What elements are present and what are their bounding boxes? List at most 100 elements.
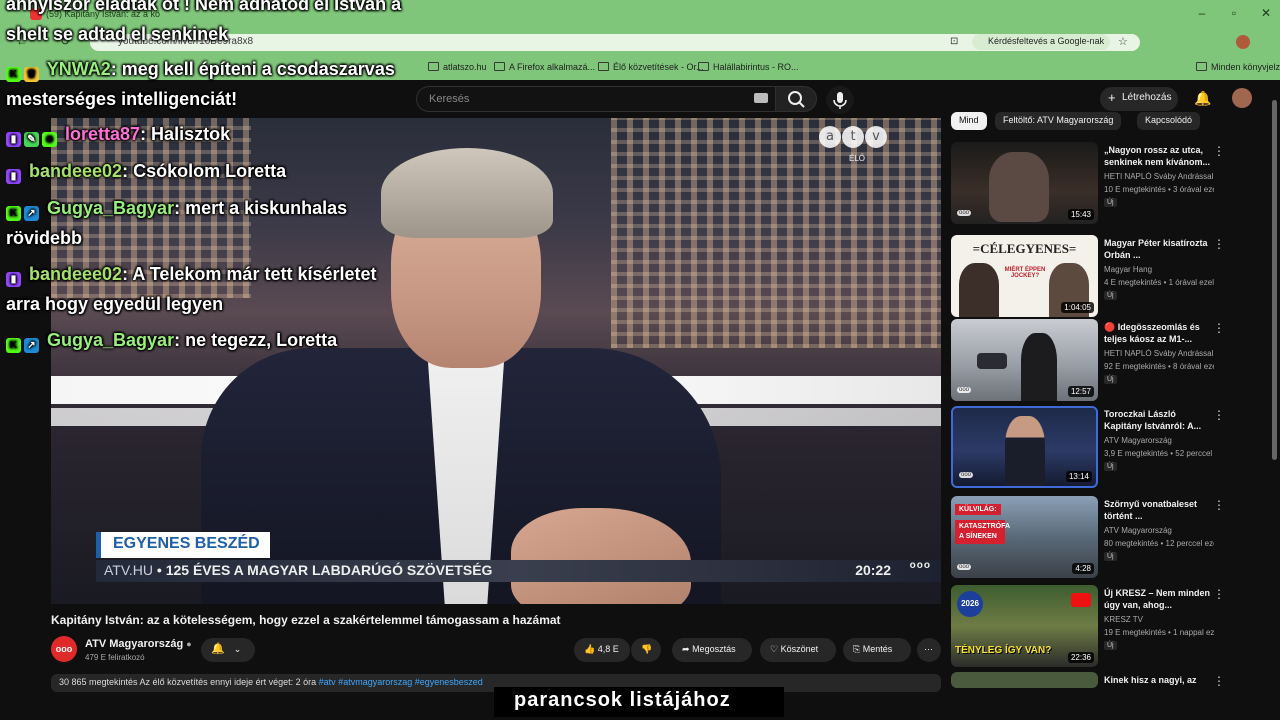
more-vertical-icon[interactable]: ⋮ (1213, 237, 1225, 251)
create-button[interactable]: + Létrehozás (1100, 87, 1178, 111)
save-icon: ⎘ (853, 644, 861, 654)
filter-chips: Mind Feltöltő: ATV Magyarország Kapcsoló… (951, 112, 1241, 130)
google-search-chip[interactable]: Kérdésfeltevés a Google-nak (972, 34, 1110, 50)
channel-name[interactable]: ATV Magyarország ● (85, 638, 192, 650)
recommendation-thumbnail[interactable]: ooo 15:43 (951, 142, 1098, 224)
minimize-icon[interactable]: – (1190, 6, 1214, 24)
chevron-down-icon: ⌄ (233, 644, 242, 654)
more-vertical-icon[interactable]: ⋮ (1213, 587, 1225, 601)
thanks-button[interactable]: ♡ Köszönet (760, 638, 836, 662)
video-duration: 4:28 (1072, 563, 1094, 574)
recommendation-channel[interactable]: KRESZ TV (1104, 615, 1214, 624)
chat-text: : meg kell építeni a csodaszarvas (110, 59, 395, 79)
twitch-badge-icon: ▮ (6, 169, 21, 184)
recommendation-meta: 80 megtekintés • 12 perccel ezelőtt (1104, 539, 1214, 548)
video-duration: 12:57 (1067, 386, 1094, 397)
keyboard-icon[interactable] (754, 93, 768, 103)
recommendation-thumbnail[interactable] (951, 672, 1098, 688)
bookmark-star-icon[interactable]: ☆ (1118, 35, 1128, 48)
more-vertical-icon[interactable]: ⋮ (1213, 498, 1225, 512)
more-vertical-icon[interactable]: ⋮ (1213, 321, 1225, 335)
more-vertical-icon[interactable]: ⋮ (1213, 674, 1225, 688)
profile-avatar[interactable] (1236, 35, 1250, 49)
recommendation-item[interactable]: ooo 13:14 Toroczkai László Kapitány Istv… (951, 406, 1241, 488)
voice-search-button[interactable] (826, 86, 854, 114)
chat-text: : mert a kiskunhalas (174, 198, 348, 218)
new-badge: Új (1104, 375, 1117, 384)
subscription-bell-button[interactable]: 🔔 ⌄ (201, 638, 255, 662)
close-icon[interactable]: ✕ (1254, 6, 1278, 24)
recommendation-item[interactable]: Kinek hisz a nagyi, az ⋮ (951, 672, 1241, 688)
recommendation-meta: 10 E megtekintés • 3 órával ezelőtt (1104, 185, 1214, 194)
new-badge: Új (1104, 291, 1117, 300)
recommendation-channel[interactable]: ATV Magyarország (1104, 436, 1214, 445)
recommendation-channel[interactable]: Magyar Hang (1104, 265, 1214, 274)
video-duration: 15:43 (1067, 209, 1094, 220)
account-avatar[interactable] (1232, 88, 1252, 108)
video-duration: 22:36 (1067, 652, 1094, 663)
search-input[interactable]: Keresés (416, 86, 776, 112)
description-tags[interactable]: #atv #atvmagyarorszag #egyenesbeszed (319, 677, 483, 687)
more-actions-button[interactable]: ⋯ (917, 638, 941, 662)
chip-related[interactable]: Kapcsolódó (1137, 112, 1201, 130)
blue-badge-icon: ↗ (24, 206, 39, 221)
chat-text: : ne tegezz, Loretta (174, 330, 338, 350)
install-icon[interactable]: ⊡ (950, 36, 958, 47)
recommendation-title[interactable]: „Nagyon rossz az utca, senkinek nem kívá… (1104, 144, 1214, 168)
bookmark-item-all[interactable]: Minden könyvjelző (1196, 62, 1280, 72)
chat-text: : A Telekom már tett kísérletet (122, 264, 377, 284)
share-button[interactable]: ➦ Megosztás (672, 638, 752, 662)
channel-avatar[interactable]: ooo (51, 636, 77, 662)
more-vertical-icon[interactable]: ⋮ (1213, 144, 1225, 158)
plus-icon: + (1108, 90, 1116, 105)
chat-text: : Halisztok (140, 124, 231, 144)
chip-all[interactable]: Mind (951, 112, 987, 130)
kick-badge-icon: K (6, 206, 21, 221)
recommendation-title[interactable]: Új KRESZ – Nem minden úgy van, ahog... (1104, 587, 1214, 611)
recommendation-channel[interactable]: HETI NAPLÓ Sváby Andrással (1104, 349, 1214, 358)
recommendation-item[interactable]: ooo 12:57 🔴 Idegösszeomlás és teljes káo… (951, 319, 1241, 401)
bookmark-item[interactable]: Halállabirintus - RO... (698, 62, 799, 72)
recommendation-thumbnail[interactable]: KÜLVILÁG: KATASZTRÓFA A SÍNEKEN ooo 4:28 (951, 496, 1098, 578)
recommendation-item[interactable]: =CÉLEGYENES= MIÉRT ÉPPEN JOCKEY? 1:04:05… (951, 235, 1241, 317)
recommendation-thumbnail[interactable]: ooo 13:14 (951, 406, 1098, 488)
recommendation-item[interactable]: 2026 TÉNYLEG ÍGY VAN? 22:36 Új KRESZ – N… (951, 585, 1241, 667)
recommendation-thumbnail[interactable]: ooo 12:57 (951, 319, 1098, 401)
kick-badge-icon: K (6, 67, 21, 82)
recommendation-thumbnail[interactable]: =CÉLEGYENES= MIÉRT ÉPPEN JOCKEY? 1:04:05 (951, 235, 1098, 317)
recommendation-title[interactable]: Toroczkai László Kapitány Istvánról: A..… (1104, 408, 1214, 432)
recommendation-item[interactable]: ooo 15:43 „Nagyon rossz az utca, senkine… (951, 142, 1241, 224)
twitch-badge-icon: ▮ (6, 272, 21, 287)
recommendation-title[interactable]: Szörnyű vonatbaleset történt ... (1104, 498, 1214, 522)
recommendation-item[interactable]: KÜLVILÁG: KATASZTRÓFA A SÍNEKEN ooo 4:28… (951, 496, 1241, 578)
chat-username: Gugya_Bagyar (47, 198, 175, 218)
kick-badge-icon: K (6, 338, 21, 353)
recommendation-thumbnail[interactable]: 2026 TÉNYLEG ÍGY VAN? 22:36 (951, 585, 1098, 667)
search-button[interactable] (775, 86, 817, 112)
maximize-icon[interactable]: ▫ (1222, 6, 1246, 24)
recommendation-channel[interactable]: ATV Magyarország (1104, 526, 1214, 535)
chat-username: loretta87 (65, 124, 141, 144)
save-button[interactable]: ⎘ Mentés (843, 638, 911, 662)
crown-badge-icon: ♛ (24, 67, 39, 82)
bookmark-item[interactable]: Élő közvetítések - Or... (598, 62, 704, 72)
scrollbar-thumb[interactable] (1272, 100, 1277, 460)
notifications-bell-icon[interactable]: 🔔 (1194, 90, 1211, 107)
recommendation-title[interactable]: Kinek hisz a nagyi, az (1104, 674, 1214, 686)
ticker-time: 20:22 (855, 562, 891, 578)
chat-message: ▮ ✎ ☻ loretta87: Halisztok (6, 124, 230, 147)
chip-uploader[interactable]: Feltöltő: ATV Magyarország (995, 112, 1122, 130)
dislike-button[interactable]: 👎 (631, 638, 661, 662)
recommendation-title[interactable]: Magyar Péter kisatírozta Orbán ... (1104, 237, 1214, 261)
twitch-badge-icon: ▮ (6, 132, 21, 147)
more-vertical-icon[interactable]: ⋮ (1213, 408, 1225, 422)
recommendation-title[interactable]: 🔴 Idegösszeomlás és teljes káosz az M1-.… (1104, 321, 1214, 345)
new-badge: Új (1104, 552, 1117, 561)
subscriber-count: 479 E feliratkozó (85, 653, 145, 662)
recommendation-channel[interactable]: HETI NAPLÓ Sváby Andrással (1104, 172, 1214, 181)
like-button[interactable]: 👍 4,8 E (574, 638, 630, 662)
page-scrollbar[interactable] (1270, 96, 1278, 690)
bookmark-item[interactable]: A Firefox alkalmazá... (494, 62, 595, 72)
chat-message: annyiszor eladták őt ! Nem adnátod el Is… (6, 0, 402, 14)
recommendation-meta: 92 E megtekintés • 8 órával ezelőtt (1104, 362, 1214, 371)
